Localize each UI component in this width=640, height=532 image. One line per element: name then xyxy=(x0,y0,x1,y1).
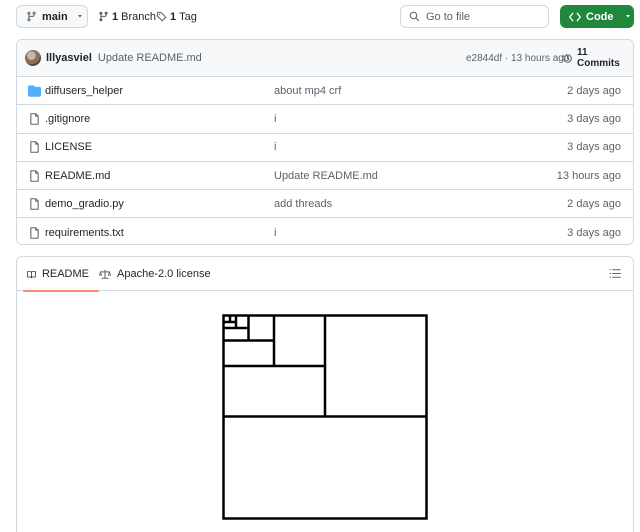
file-icon xyxy=(30,198,39,210)
file-date: 3 days ago xyxy=(567,226,621,239)
code-label: Code xyxy=(586,10,614,23)
file-date: 3 days ago xyxy=(567,141,621,154)
file-row[interactable]: LICENSE i 3 days ago xyxy=(17,134,633,162)
file-date: 13 hours ago xyxy=(556,169,621,182)
file-name[interactable]: README.md xyxy=(45,170,110,182)
git-branch-icon xyxy=(27,11,36,22)
file-row[interactable]: diffusers_helper about mp4 crf 2 days ag… xyxy=(17,77,633,106)
branches-link[interactable]: 1 Branch xyxy=(98,5,156,28)
commit-message[interactable]: Update README.md xyxy=(98,52,202,64)
file-row[interactable]: README.md Update README.md 13 hours ago xyxy=(17,162,633,191)
tags-label: Tag xyxy=(179,10,197,23)
code-button[interactable]: Code xyxy=(560,5,634,28)
commits-link[interactable]: 11 Commits xyxy=(562,47,633,69)
tab-readme-label: README xyxy=(41,268,89,280)
book-icon xyxy=(27,270,36,278)
file-commit-message[interactable]: i xyxy=(274,141,276,153)
file-name[interactable]: requirements.txt xyxy=(45,227,124,239)
list-unordered-icon[interactable] xyxy=(609,268,621,279)
nested-squares-image xyxy=(222,314,428,520)
file-name[interactable]: .gitignore xyxy=(45,113,90,125)
tab-readme[interactable]: README xyxy=(23,257,99,292)
commit-author[interactable]: lllyasviel xyxy=(46,52,92,64)
file-commit-message[interactable]: i xyxy=(274,113,276,125)
file-commit-message[interactable]: add threads xyxy=(274,198,332,210)
avatar[interactable] xyxy=(25,50,41,66)
file-row[interactable]: .gitignore i 3 days ago xyxy=(17,105,633,134)
go-to-file-input[interactable]: Go to file xyxy=(400,5,549,28)
file-commit-message[interactable]: i xyxy=(274,227,276,239)
file-date: 3 days ago xyxy=(567,112,621,125)
file-list: lllyasviel Update README.md e2844df · 13… xyxy=(16,39,634,245)
commit-meta[interactable]: e2844df · 13 hours ago xyxy=(466,53,569,64)
history-icon xyxy=(562,53,572,63)
file-icon xyxy=(30,169,39,182)
git-branch-icon xyxy=(99,11,108,22)
folder-icon xyxy=(28,84,41,97)
file-row[interactable]: requirements.txt i 3 days ago xyxy=(17,218,633,244)
file-commit-message[interactable]: about mp4 crf xyxy=(274,85,341,97)
latest-commit-bar: lllyasviel Update README.md e2844df · 13… xyxy=(17,40,633,77)
tags-link[interactable]: 1 Tag xyxy=(156,5,197,28)
repo-toolbar: main 1 Branch 1 Tag Go to file Code xyxy=(16,5,634,28)
readme-tabs: README Apache-2.0 license xyxy=(17,257,633,292)
code-icon xyxy=(569,12,581,21)
file-row[interactable]: demo_gradio.py add threads 2 days ago xyxy=(17,190,633,219)
tab-license[interactable]: Apache-2.0 license xyxy=(99,257,211,291)
file-name[interactable]: diffusers_helper xyxy=(45,85,123,97)
law-icon xyxy=(99,269,111,279)
tags-count: 1 xyxy=(170,10,177,23)
file-commit-message[interactable]: Update README.md xyxy=(274,170,378,182)
file-date: 2 days ago xyxy=(567,84,621,97)
branch-select-button[interactable]: main xyxy=(16,5,88,28)
chevron-down-icon xyxy=(76,11,84,23)
file-icon xyxy=(30,141,39,154)
file-icon xyxy=(30,226,39,239)
tag-icon xyxy=(156,11,167,22)
tab-license-label: Apache-2.0 license xyxy=(117,268,211,280)
branches-label: Branch xyxy=(121,10,156,23)
file-date: 2 days ago xyxy=(567,197,621,210)
file-name[interactable]: demo_gradio.py xyxy=(45,198,124,210)
file-name[interactable]: LICENSE xyxy=(45,141,92,153)
branch-name: main xyxy=(42,10,68,23)
search-placeholder: Go to file xyxy=(426,10,471,23)
branches-count: 1 xyxy=(112,10,119,23)
chevron-down-icon xyxy=(624,11,632,23)
file-icon xyxy=(30,113,39,125)
search-icon xyxy=(409,11,420,22)
commits-count: 11 Commits xyxy=(576,47,620,69)
readme-panel: README Apache-2.0 license xyxy=(16,256,634,532)
